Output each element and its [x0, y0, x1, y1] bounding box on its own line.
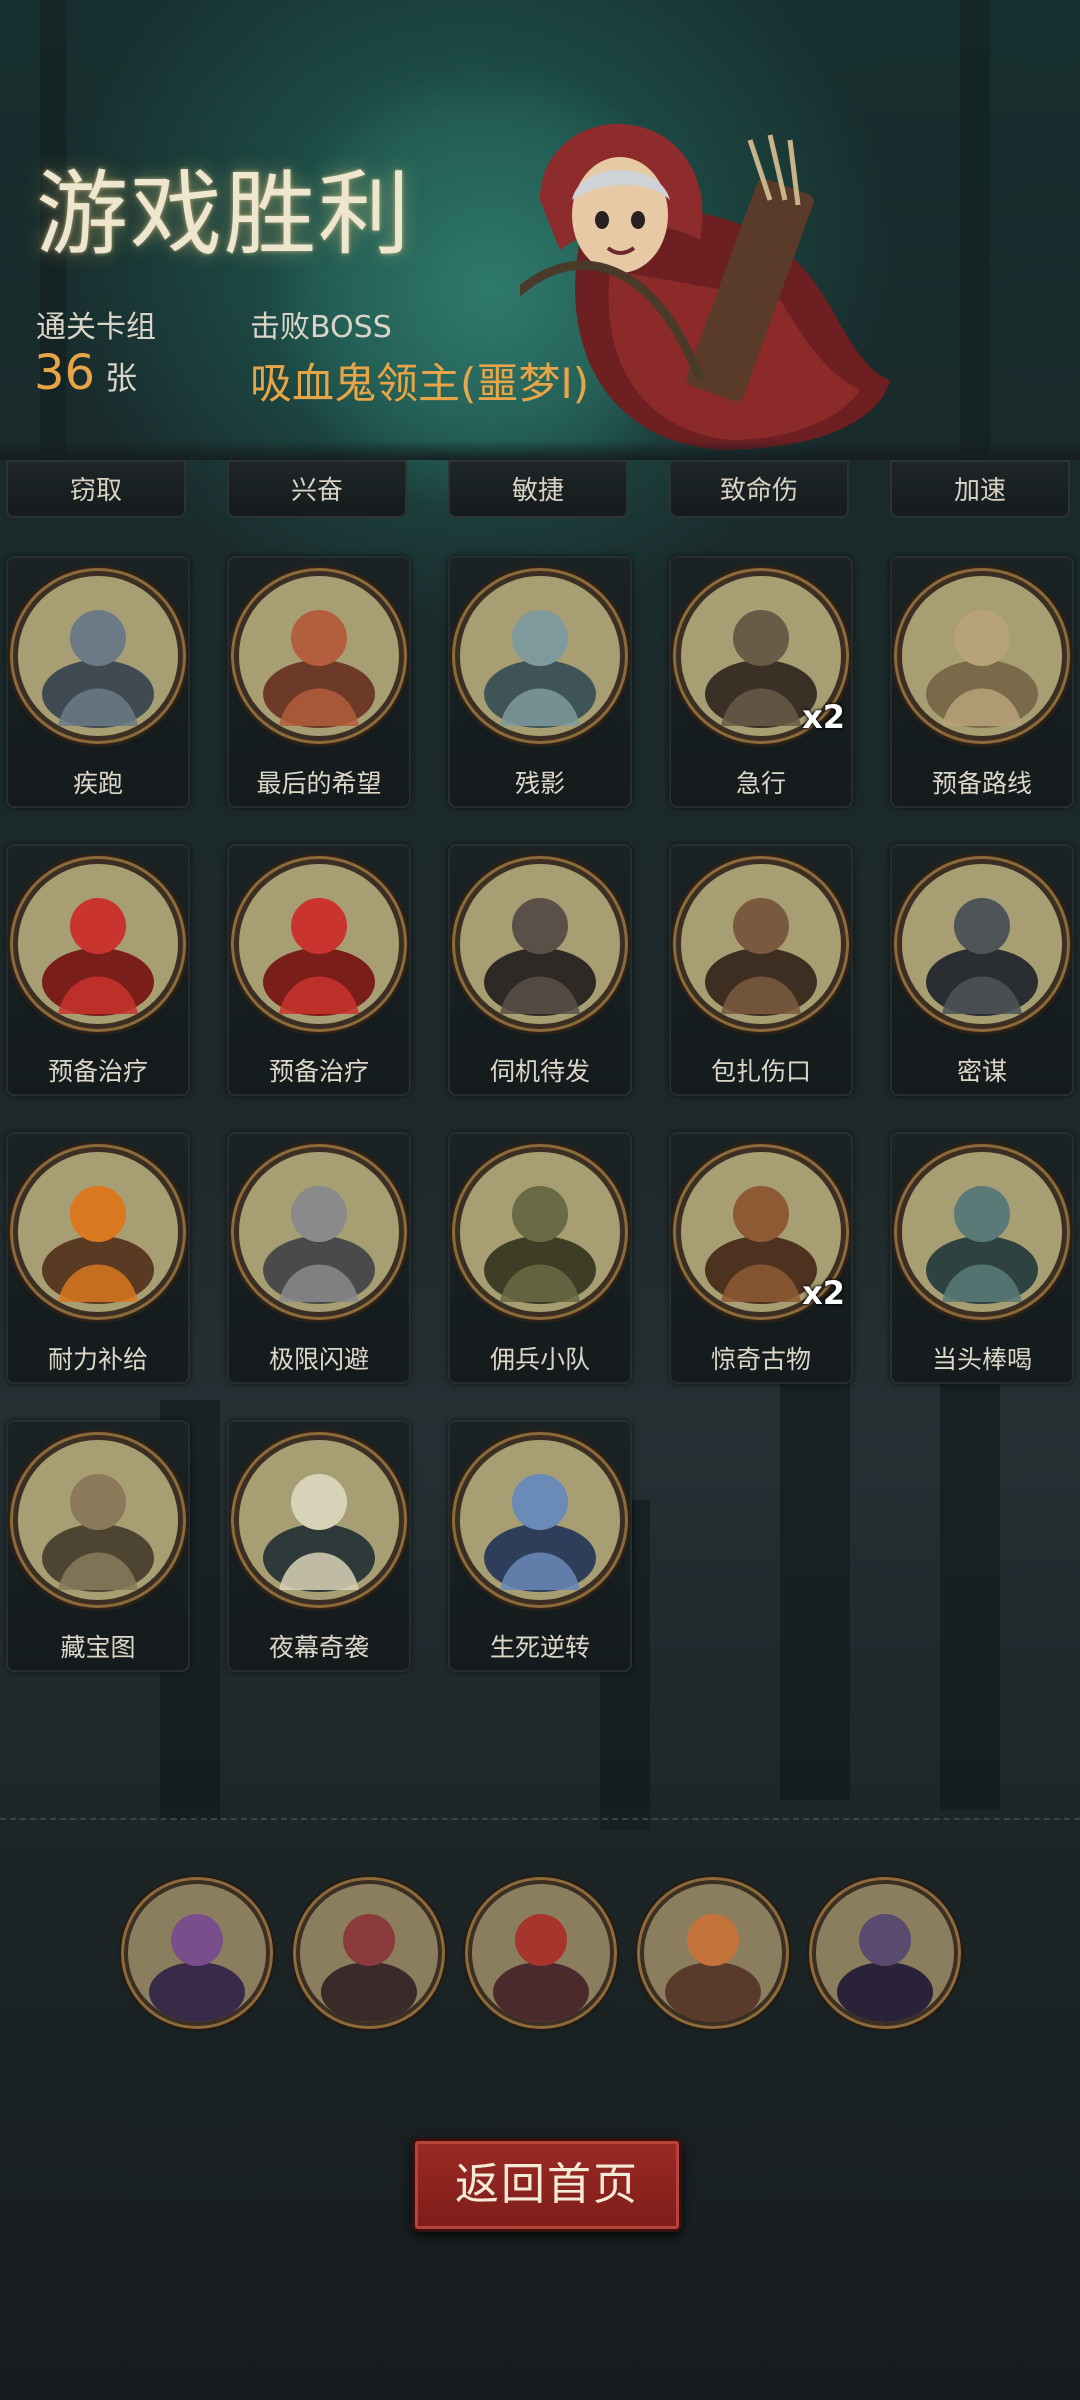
victory-title: 游戏胜利 — [36, 161, 413, 268]
boss-label: 击败BOSS — [250, 310, 392, 345]
card-label: 藏宝图 — [60, 1633, 136, 1662]
deck-card[interactable]: 预备治疗 — [227, 844, 411, 1096]
deck-count: 36 张 — [34, 345, 137, 401]
running-beast-icon — [18, 576, 178, 736]
redhood-arrow-icon[interactable] — [644, 1884, 782, 2022]
background-tree — [940, 1350, 1000, 1810]
card-label: 夜幕奇袭 — [268, 1633, 369, 1662]
deck-card[interactable]: 密谋 — [890, 844, 1074, 1096]
deck-count-value: 36 — [34, 345, 96, 401]
card-count-badge: x2 — [802, 1274, 845, 1312]
game-victory-screen: 游戏胜利 通关卡组 36 张 击败BOSS 吸血鬼领主(噩梦I) 窃取 兴奋 敏… — [0, 0, 1080, 2400]
deck-card[interactable]: x2 惊奇古物 — [669, 1132, 853, 1384]
card-cut[interactable]: 加速 — [890, 460, 1070, 518]
card-label: 包扎伤口 — [710, 1057, 811, 1086]
witch-portrait-icon[interactable] — [128, 1884, 266, 2022]
dodge-acrobat-icon — [239, 1152, 399, 1312]
card-label: 最后的希望 — [256, 769, 382, 798]
card-label: 致命伤 — [719, 476, 798, 506]
deck-card[interactable]: 伺机待发 — [448, 844, 632, 1096]
card-label: 耐力补给 — [47, 1345, 148, 1374]
background-tree — [960, 0, 990, 460]
card-label: 佣兵小队 — [489, 1345, 590, 1374]
red-wolf-hunter-icon[interactable] — [472, 1884, 610, 2022]
girl-portrait-icon — [239, 576, 399, 736]
card-label: 疾跑 — [72, 769, 123, 798]
masked-assassin-icon — [460, 864, 620, 1024]
card-label: 生死逆转 — [489, 1633, 590, 1662]
card-label: 急行 — [735, 769, 786, 798]
card-label: 预备治疗 — [47, 1057, 148, 1086]
card-cut[interactable]: 窃取 — [6, 460, 186, 518]
card-cut[interactable]: 兴奋 — [227, 460, 407, 518]
deck-card[interactable]: 藏宝图 — [6, 1420, 190, 1672]
card-label: 敏捷 — [511, 476, 564, 506]
card-label: 残影 — [514, 769, 565, 798]
deck-card[interactable]: 夜幕奇袭 — [227, 1420, 411, 1672]
map-route-icon — [902, 576, 1062, 736]
skull-reaper-icon[interactable] — [300, 1884, 438, 2022]
card-label: 窃取 — [69, 476, 122, 506]
hooded-conspirators-icon — [902, 864, 1062, 1024]
card-label: 当头棒喝 — [931, 1345, 1032, 1374]
deck-card[interactable]: 生死逆转 — [448, 1420, 632, 1672]
deck-card[interactable]: 疾跑 — [6, 556, 190, 808]
deck-card[interactable]: 佣兵小队 — [448, 1132, 632, 1384]
night-ambush-icon — [239, 1440, 399, 1600]
hero-redhood-archer — [506, 120, 900, 460]
deck-card[interactable]: 预备路线 — [890, 556, 1074, 808]
plague-doctor-icon — [681, 864, 841, 1024]
deck-card[interactable]: 预备治疗 — [6, 844, 190, 1096]
card-label: 预备路线 — [931, 769, 1032, 798]
card-label: 伺机待发 — [489, 1057, 590, 1086]
girl-hit-zombie-icon — [902, 1152, 1062, 1312]
card-count-badge: x2 — [802, 698, 845, 736]
card-cut[interactable]: 敏捷 — [448, 460, 628, 518]
card-label: 加速 — [953, 476, 1006, 506]
heart-heal-icon — [18, 864, 178, 1024]
deck-card[interactable]: 最后的希望 — [227, 556, 411, 808]
deck-card[interactable]: 残影 — [448, 556, 632, 808]
deck-label: 通关卡组 — [36, 310, 156, 345]
card-cut[interactable]: 致命伤 — [669, 460, 849, 518]
black-cat-wizard-icon[interactable] — [816, 1884, 954, 2022]
card-label: 密谋 — [956, 1057, 1007, 1086]
return-home-button[interactable]: 返回首页 — [412, 2138, 682, 2232]
deck-card[interactable]: 包扎伤口 — [669, 844, 853, 1096]
mercenary-squad-icon — [460, 1152, 620, 1312]
afterimage-icon — [460, 576, 620, 736]
deck-card[interactable]: 耐力补给 — [6, 1132, 190, 1384]
card-label: 惊奇古物 — [710, 1345, 811, 1374]
heart-heal-icon — [239, 864, 399, 1024]
treasure-map-icon — [18, 1440, 178, 1600]
card-label: 兴奋 — [290, 476, 343, 506]
header-divider — [0, 440, 1080, 460]
deck-card[interactable]: 当头棒喝 — [890, 1132, 1074, 1384]
section-divider — [0, 1818, 1080, 1820]
deck-card[interactable]: 极限闪避 — [227, 1132, 411, 1384]
pumpkin-bird-icon — [18, 1152, 178, 1312]
life-death-reversal-icon — [460, 1440, 620, 1600]
deck-card[interactable]: x2 急行 — [669, 556, 853, 808]
card-label: 极限闪避 — [268, 1345, 369, 1374]
deck-count-unit: 张 — [105, 359, 138, 397]
card-label: 预备治疗 — [268, 1057, 369, 1086]
